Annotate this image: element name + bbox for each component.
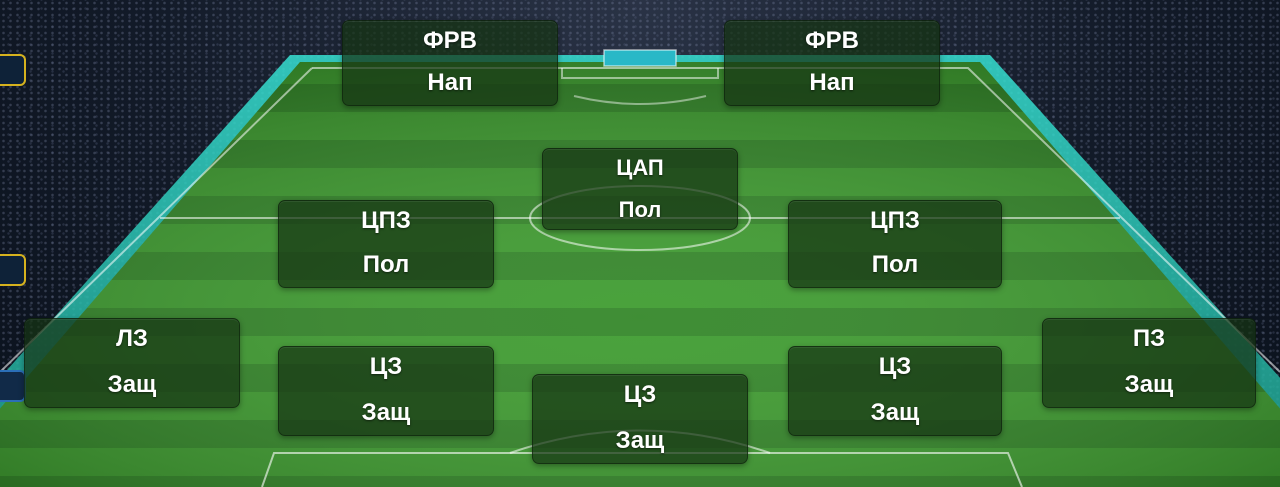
position-line: Пол [362, 251, 410, 278]
position-line: Защ [361, 399, 411, 426]
position-line: Нап [809, 69, 855, 96]
position-line: Пол [618, 197, 662, 222]
position-slot-lst[interactable]: ФРВ Нап [342, 20, 558, 106]
position-slot-rb[interactable]: ПЗ Защ [1042, 318, 1256, 408]
position-role: ПЗ [1132, 325, 1166, 352]
goal-frame [603, 49, 677, 67]
position-slot-cam[interactable]: ЦАП Пол [542, 148, 738, 230]
position-line: Защ [615, 427, 665, 454]
position-role: ЦЗ [878, 353, 912, 380]
position-role: ФРВ [423, 27, 477, 54]
position-slot-rcm[interactable]: ЦПЗ Пол [788, 200, 1002, 288]
position-role: ЦПЗ [870, 207, 920, 234]
formation-screen: ФРВ Нап ФРВ Нап ЦАП Пол ЦПЗ Пол ЦПЗ Пол … [0, 0, 1280, 487]
position-role: ЦЗ [623, 381, 657, 408]
position-role: ФРВ [805, 27, 859, 54]
position-slot-lcm[interactable]: ЦПЗ Пол [278, 200, 494, 288]
position-role: ЦАП [616, 155, 664, 180]
position-role: ЦЗ [369, 353, 403, 380]
position-line: Защ [1124, 371, 1174, 398]
position-slot-lcb[interactable]: ЦЗ Защ [278, 346, 494, 436]
position-role: ЦПЗ [361, 207, 411, 234]
position-role: ЛЗ [116, 325, 148, 352]
position-line: Защ [870, 399, 920, 426]
position-line: Нап [427, 69, 473, 96]
position-slot-rst[interactable]: ФРВ Нап [724, 20, 940, 106]
position-slot-cb[interactable]: ЦЗ Защ [532, 374, 748, 464]
side-tab[interactable] [0, 54, 26, 86]
position-slot-rcb[interactable]: ЦЗ Защ [788, 346, 1002, 436]
position-slot-lb[interactable]: ЛЗ Защ [24, 318, 240, 408]
side-tab[interactable] [0, 254, 26, 286]
side-tab[interactable] [0, 370, 26, 402]
position-line: Защ [107, 371, 157, 398]
position-line: Пол [871, 251, 919, 278]
